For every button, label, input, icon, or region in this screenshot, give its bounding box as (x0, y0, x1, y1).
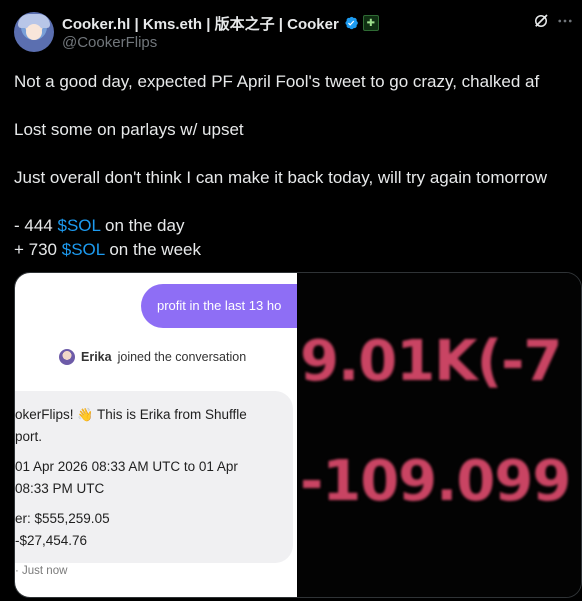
agent-line-2: port. (15, 429, 43, 444)
media-image-chat[interactable]: profit in the last 13 ho Erika joined th… (15, 273, 297, 597)
tweet-line-day: - 444 $SOL on the day (14, 214, 574, 238)
joined-text: joined the conversation (117, 350, 247, 364)
grok-icon[interactable] (532, 12, 550, 30)
tweet-header: Cooker.hl | Kms.eth | 版本之子 | Cooker ✚ @C… (0, 0, 582, 62)
agent-line-6: -$27,454.76 (15, 533, 88, 548)
week-prefix: + 730 (14, 240, 62, 259)
agent-line-4: 08:33 PM UTC (15, 481, 105, 496)
agent-name: Erika (81, 350, 112, 364)
verified-badge-icon[interactable] (343, 15, 359, 31)
waving-hand-icon: 👋 (77, 407, 94, 422)
tweet-text: Not a good day, expected PF April Fool's… (14, 70, 574, 262)
author-handle[interactable]: @CookerFlips (62, 34, 157, 51)
week-suffix: on the week (104, 240, 201, 259)
media-image-pnl[interactable]: 9.01K(-7 -109.099 (298, 273, 581, 597)
cashtag-link[interactable]: $SOL (57, 216, 100, 235)
tweet-line-1: Not a good day, expected PF April Fool's… (14, 72, 540, 91)
agent-joined-notice: Erika joined the conversation (59, 349, 246, 365)
author-display-name[interactable]: Cooker.hl | Kms.eth | 版本之子 | Cooker (62, 13, 339, 34)
agent-line-1: okerFlips! 👋 This is Erika from Shuffle (15, 405, 247, 425)
user-message-bubble: profit in the last 13 ho (141, 284, 297, 328)
author-avatar[interactable] (14, 12, 54, 52)
tweet-line-2: Lost some on parlays w/ upset (14, 120, 244, 139)
cashtag-link[interactable]: $SOL (62, 240, 105, 259)
agent-line-5: er: $555,259.05 (15, 511, 110, 526)
message-timestamp: · Just now (15, 565, 68, 577)
more-icon[interactable] (556, 12, 574, 30)
pnl-value-1: 9.01K(-7 (300, 329, 562, 394)
day-suffix: on the day (100, 216, 185, 235)
affiliate-badge-icon[interactable]: ✚ (362, 15, 379, 31)
tweet-line-3: Just overall don't think I can make it b… (14, 168, 547, 187)
agent-line-3: 01 Apr 2026 08:33 AM UTC to 01 Apr (15, 459, 238, 474)
day-prefix: - 444 (14, 216, 58, 235)
pnl-value-2: -109.099 (300, 449, 571, 514)
agent-avatar (59, 349, 75, 365)
tweet-media[interactable]: profit in the last 13 ho Erika joined th… (14, 272, 582, 598)
avatar-face (26, 24, 42, 40)
tweet-line-week: + 730 $SOL on the week (14, 238, 574, 262)
author-name-row: Cooker.hl | Kms.eth | 版本之子 | Cooker ✚ (62, 13, 379, 33)
